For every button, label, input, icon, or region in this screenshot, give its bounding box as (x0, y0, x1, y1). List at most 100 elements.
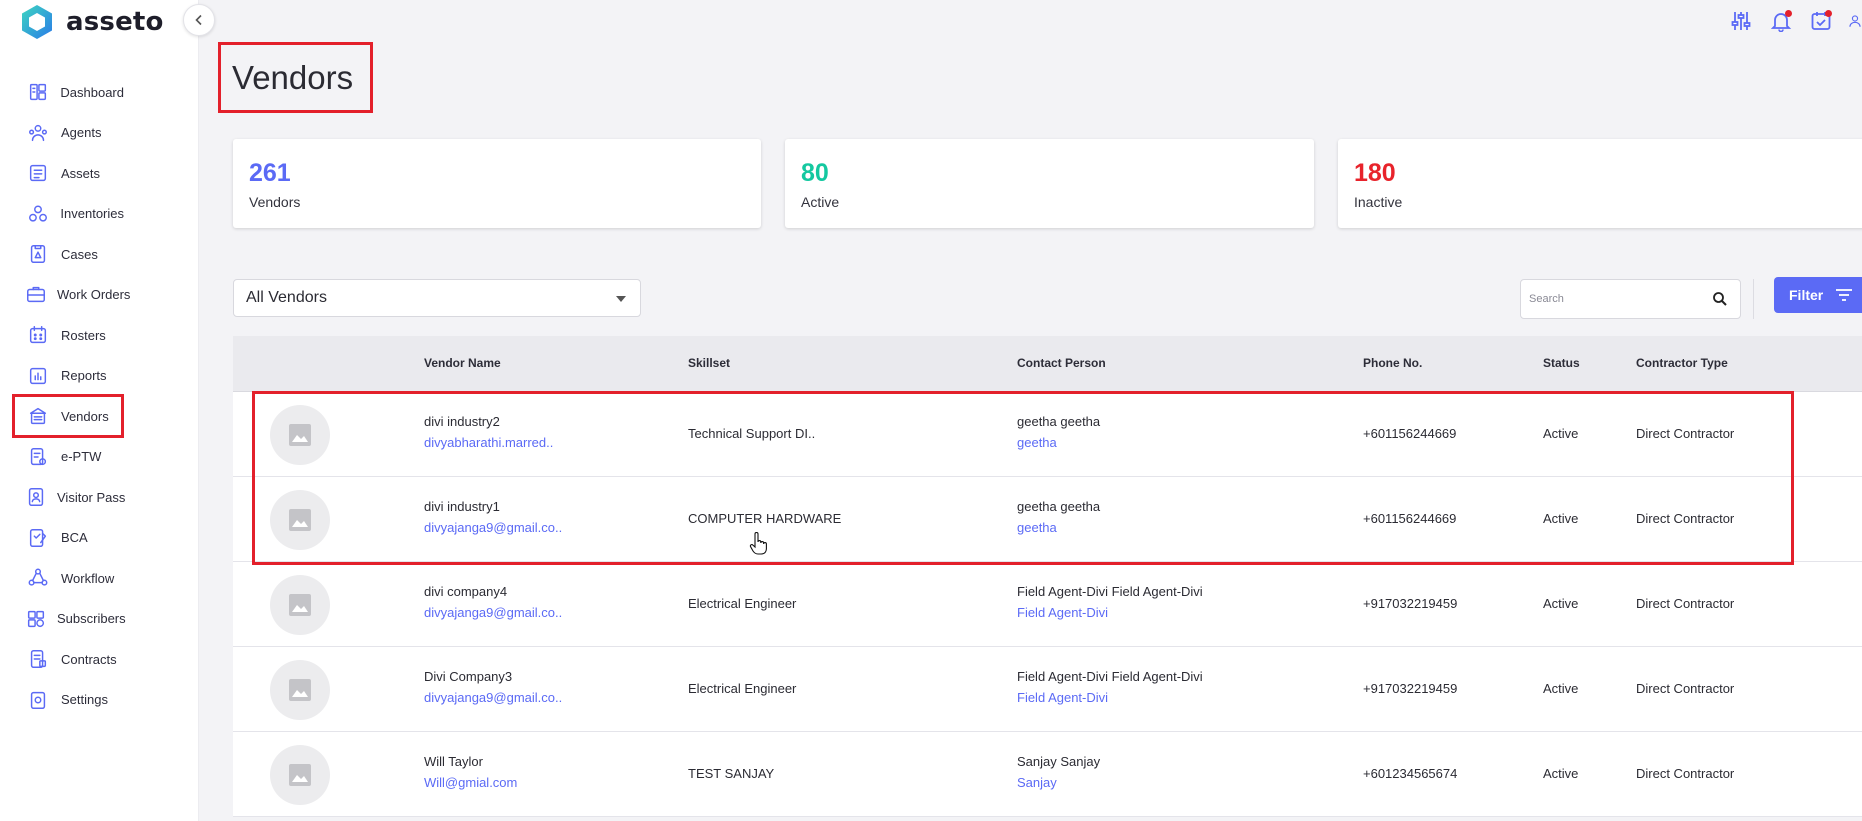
vendor-email[interactable]: divyajanga9@gmail.co.. (424, 520, 562, 535)
page-title-highlight: Vendors (218, 42, 373, 113)
status: Active (1543, 596, 1579, 611)
user-icon[interactable] (1848, 8, 1862, 34)
chevron-down-icon (616, 296, 626, 302)
column-header-phone[interactable]: Phone No. (1363, 356, 1422, 370)
column-header-contractor-type[interactable]: Contractor Type (1636, 356, 1728, 370)
vendor-avatar (270, 405, 330, 465)
status: Active (1543, 426, 1579, 441)
phone-number: +917032219459 (1363, 681, 1458, 696)
rosters-icon (25, 322, 51, 348)
reports-icon (25, 363, 51, 389)
search-icon[interactable] (1712, 291, 1728, 307)
workflow-icon (25, 565, 51, 591)
sidebar-item-label: Inventories (60, 206, 124, 221)
vendor-email[interactable]: divyajanga9@gmail.co.. (424, 605, 562, 620)
stat-value: 261 (249, 159, 291, 187)
column-header-contact-person[interactable]: Contact Person (1017, 356, 1106, 370)
contact-person-link[interactable]: Field Agent-Divi (1017, 690, 1108, 705)
inventories-icon (25, 201, 50, 227)
image-placeholder-icon (289, 594, 311, 616)
table-row[interactable]: divi industry1 divyajanga9@gmail.co.. COMP… (233, 477, 1862, 562)
sliders-icon[interactable] (1728, 8, 1754, 34)
contracts-icon (25, 646, 51, 672)
stat-value: 180 (1354, 159, 1396, 187)
status: Active (1543, 766, 1579, 781)
phone-number: +601234565674 (1363, 766, 1458, 781)
status: Active (1543, 511, 1579, 526)
contractor-type: Direct Contractor (1636, 596, 1735, 611)
phone-number: +601156244669 (1363, 511, 1457, 526)
vendor-email[interactable]: divyabharathi.marred.. (424, 435, 553, 450)
stat-label: Active (801, 194, 840, 210)
contractor-type: Direct Contractor (1636, 681, 1735, 696)
sidebar-item-label: Visitor Pass (57, 489, 126, 505)
vendor-name: divi industry1 (424, 499, 500, 514)
skillset: COMPUTER HARDWARE (688, 511, 842, 526)
sidebar-item-label: Reports (61, 368, 107, 383)
table-row[interactable]: divi company4 divyajanga9@gmail.co.. Elect… (233, 562, 1862, 647)
contact-person-link[interactable]: geetha (1017, 520, 1057, 535)
filter-label: Filter (1789, 287, 1824, 303)
column-header-status[interactable]: Status (1543, 356, 1580, 370)
brand-name: asseto (66, 7, 164, 37)
vendor-email[interactable]: divyajanga9@gmail.co.. (424, 690, 562, 705)
image-placeholder-icon (289, 679, 311, 701)
sidebar-item-label: Work Orders (57, 287, 131, 302)
sidebar-item-label: Cases (61, 246, 98, 262)
notification-dot (1785, 10, 1792, 17)
stat-card-inactive[interactable]: 180 Inactive (1338, 139, 1862, 228)
table-row[interactable]: divi industry2 divyabharathi.marred.. Tech… (233, 392, 1862, 477)
sidebar-item-label: BCA (61, 530, 88, 545)
stat-card-active[interactable]: 80 Active (785, 139, 1314, 228)
stat-label: Inactive (1354, 194, 1403, 210)
visitor-pass-icon (25, 484, 47, 510)
header-actions (1714, 6, 1862, 36)
chevron-left-icon (195, 14, 202, 26)
contact-person: Field Agent-Divi Field Agent-Divi (1017, 584, 1203, 599)
vendor-type-select[interactable]: All Vendors (233, 279, 641, 317)
vendor-name: divi industry2 (424, 414, 500, 429)
contact-person: geetha geetha (1017, 499, 1101, 514)
filter-button[interactable]: Filter (1774, 277, 1862, 313)
calendar-check-icon[interactable] (1808, 8, 1834, 34)
skillset: TEST SANJAY (688, 766, 775, 781)
sidebar-item-label: Assets (61, 165, 101, 181)
sidebar-item-vendors[interactable]: Vendors (12, 394, 124, 438)
contact-person-link[interactable]: Sanjay (1017, 775, 1057, 790)
subscribers-icon (25, 606, 47, 632)
bca-icon (25, 525, 51, 551)
stat-card-vendors[interactable]: 261 Vendors (233, 139, 761, 228)
bell-icon[interactable] (1768, 8, 1794, 34)
vendor-avatar (270, 660, 330, 720)
vendor-name: divi company4 (424, 584, 508, 599)
eptw-icon (25, 444, 51, 470)
sidebar-item-reports[interactable]: Reports (12, 352, 124, 400)
column-header-vendor-name[interactable]: Vendor Name (424, 356, 501, 370)
column-header-skillset[interactable]: Skillset (688, 356, 730, 370)
contact-person-link[interactable]: geetha (1017, 435, 1057, 450)
contact-person: Field Agent-Divi Field Agent-Divi (1017, 669, 1203, 684)
contact-person: geetha geetha (1017, 414, 1101, 429)
collapse-sidebar-button[interactable] (183, 4, 215, 36)
sidebar: asseto Dashboard Agents Assets Inventories C… (0, 0, 199, 821)
sidebar-item-label: e-PTW (61, 449, 102, 464)
vendor-email[interactable]: Will@gmial.com (424, 775, 517, 790)
image-placeholder-icon (289, 509, 311, 531)
vendor-type-value: All Vendors (246, 289, 327, 306)
vendor-name: Will Taylor (424, 754, 483, 769)
settings-icon (25, 687, 51, 713)
search-input[interactable] (1529, 280, 1699, 318)
contact-person-link[interactable]: Field Agent-Divi (1017, 605, 1108, 620)
sidebar-item-label: Vendors (61, 408, 109, 424)
sidebar-item-settings[interactable]: Settings (12, 676, 124, 724)
brand[interactable]: asseto (20, 4, 164, 40)
skillset: Electrical Engineer (688, 681, 797, 696)
stat-label: Vendors (249, 194, 301, 210)
stat-value: 80 (801, 159, 829, 187)
sidebar-item-label: Dashboard (60, 84, 124, 100)
table-row[interactable]: Will Taylor Will@gmial.com TEST SANJAY Sanj… (233, 732, 1862, 817)
table-row[interactable]: Divi Company3 divyajanga9@gmail.co.. Elect… (233, 647, 1862, 732)
sidebar-item-label: Agents (61, 125, 102, 140)
sidebar-item-label: Contracts (61, 651, 117, 667)
agents-icon (25, 120, 51, 146)
